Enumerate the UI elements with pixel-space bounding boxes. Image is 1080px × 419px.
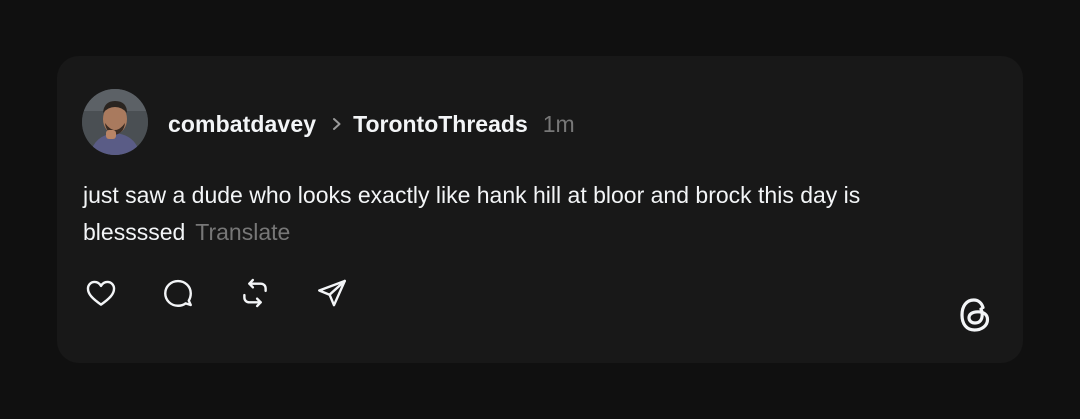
- avatar[interactable]: [82, 89, 148, 155]
- speech-bubble-icon: [164, 279, 192, 307]
- paper-plane-icon: [318, 279, 346, 307]
- repost-button[interactable]: [237, 275, 273, 311]
- post-card: combatdavey TorontoThreads 1m just saw a…: [57, 56, 1023, 363]
- username-link[interactable]: combatdavey: [168, 111, 316, 138]
- chevron-right-icon: [330, 114, 344, 134]
- translate-link[interactable]: Translate: [195, 219, 290, 245]
- post-actions: [83, 275, 391, 311]
- repost-icon: [243, 278, 267, 308]
- post-body: just saw a dude who looks exactly like h…: [83, 177, 1013, 251]
- threads-logo-icon[interactable]: [955, 294, 995, 336]
- community-link[interactable]: TorontoThreads: [353, 111, 528, 138]
- avatar-photo-icon: [82, 89, 148, 155]
- reply-button[interactable]: [160, 275, 196, 311]
- share-button[interactable]: [314, 275, 350, 311]
- like-button[interactable]: [83, 275, 119, 311]
- heart-icon: [86, 280, 116, 306]
- post-timestamp[interactable]: 1m: [543, 111, 575, 138]
- post-header: combatdavey TorontoThreads 1m: [168, 109, 575, 139]
